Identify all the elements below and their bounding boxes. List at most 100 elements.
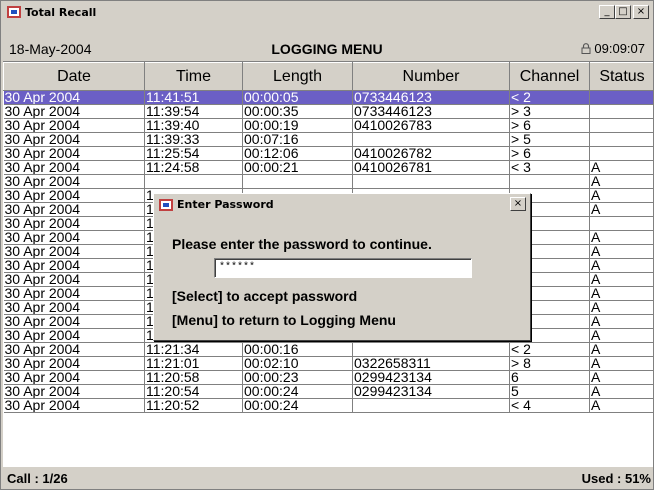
title-bar[interactable]: Total Recall _ □ × [3, 3, 651, 21]
maximize-button[interactable]: □ [615, 5, 631, 19]
cell-time: 11:41:51 [144, 90, 243, 105]
dialog-title-bar[interactable]: Enter Password × [156, 196, 528, 213]
table-row[interactable]: 30 Apr 2004 11:24:58 00:00:21 0410026781 < 3… [3, 160, 653, 175]
table-row[interactable]: 30 Apr 2004 11:39:33 00:07:16 > 5 [3, 132, 653, 147]
column-header-status[interactable]: Status [589, 62, 653, 91]
cell-channel: > 5 [509, 132, 590, 147]
cell-date: 30 Apr 2004 [3, 356, 145, 371]
table-row[interactable]: 30 Apr 2004 11:20:52 00:00:24 < 4A [3, 398, 653, 413]
cell-date: 30 Apr 2004 [3, 118, 145, 133]
table-header: Date Time Length Number Channel Status [3, 62, 653, 91]
cell-time: 11:25:54 [144, 146, 243, 161]
cell-number: 0299423134 [352, 384, 510, 399]
dialog-close-button[interactable]: × [510, 197, 526, 211]
cell-date: 30 Apr 2004 [3, 300, 145, 315]
cell-channel: > 3 [509, 104, 590, 119]
cell-status: A [589, 314, 653, 329]
table-row[interactable]: 30 Apr 2004 11:39:54 00:00:35 0733446123 > 3 [3, 104, 653, 119]
cell-status [589, 146, 653, 161]
cell-time: 11:20:58 [144, 370, 243, 385]
cell-date: 30 Apr 2004 [3, 104, 145, 119]
cell-length: 00:00:24 [242, 398, 353, 413]
table-row[interactable]: 30 Apr 2004 A [3, 174, 653, 189]
table-row[interactable]: 30 Apr 2004 11:20:54 00:00:24 0299423134 5A [3, 384, 653, 399]
page-title: LOGGING MENU [271, 41, 383, 57]
cell-channel: < 2 [509, 90, 590, 105]
password-field[interactable]: ****** [214, 258, 472, 278]
column-header-length[interactable]: Length [242, 62, 353, 91]
cell-date: 30 Apr 2004 [3, 160, 145, 175]
column-header-time[interactable]: Time [144, 62, 243, 91]
cell-status: A [589, 384, 653, 399]
cell-number [352, 174, 510, 189]
cell-channel: > 6 [509, 146, 590, 161]
table-row[interactable]: 30 Apr 2004 11:41:51 00:00:05 0733446123 < 2 [3, 90, 653, 105]
cell-status [589, 216, 653, 231]
window-controls: _ □ × [599, 5, 649, 19]
cell-number [352, 398, 510, 413]
table-row[interactable]: 30 Apr 2004 11:39:40 00:00:19 0410026783 > 6 [3, 118, 653, 133]
cell-time: 11:21:01 [144, 356, 243, 371]
cell-number: 0410026783 [352, 118, 510, 133]
cell-channel: 5 [509, 384, 590, 399]
cell-length: 00:00:16 [242, 342, 353, 357]
window-title: Total Recall [25, 5, 97, 19]
cell-date: 30 Apr 2004 [3, 342, 145, 357]
cell-channel: < 3 [509, 160, 590, 175]
table-row[interactable]: 30 Apr 2004 11:20:58 00:00:23 0299423134 6A [3, 370, 653, 385]
cell-length: 00:00:23 [242, 370, 353, 385]
cell-status: A [589, 370, 653, 385]
cell-length: 00:00:21 [242, 160, 353, 175]
cell-time: 11:39:40 [144, 118, 243, 133]
column-header-number[interactable]: Number [352, 62, 510, 91]
table-row[interactable]: 30 Apr 2004 11:21:34 00:00:16 < 2A [3, 342, 653, 357]
dialog-title: Enter Password [177, 198, 274, 211]
clock-time: 09:09:07 [594, 41, 645, 56]
table-row[interactable]: 30 Apr 2004 11:25:54 00:12:06 0410026782 > 6 [3, 146, 653, 161]
cell-channel: 6 [509, 370, 590, 385]
cell-length: 00:07:16 [242, 132, 353, 147]
cell-date: 30 Apr 2004 [3, 244, 145, 259]
cell-status: A [589, 356, 653, 371]
column-header-date[interactable]: Date [3, 62, 145, 91]
cell-status: A [589, 286, 653, 301]
cell-length: 00:00:35 [242, 104, 353, 119]
cell-number [352, 132, 510, 147]
cell-channel [509, 174, 590, 189]
main-window: Total Recall _ □ × 18-May-2004 LOGGING M… [0, 0, 654, 490]
cell-status: A [589, 174, 653, 189]
minimize-button[interactable]: _ [599, 5, 615, 19]
column-header-channel[interactable]: Channel [509, 62, 590, 91]
dialog-prompt: Please enter the password to continue. [172, 236, 432, 252]
cell-length: 00:00:24 [242, 384, 353, 399]
cell-date: 30 Apr 2004 [3, 328, 145, 343]
call-counter: Call : 1/26 [7, 471, 68, 486]
cell-date: 30 Apr 2004 [3, 398, 145, 413]
cell-time: 11:24:58 [144, 160, 243, 175]
cell-status: A [589, 230, 653, 245]
cell-status: A [589, 272, 653, 287]
cell-number: 0733446123 [352, 104, 510, 119]
cell-time [144, 174, 243, 189]
cell-channel: > 6 [509, 118, 590, 133]
cell-date: 30 Apr 2004 [3, 188, 145, 203]
app-icon [7, 6, 21, 18]
close-button[interactable]: × [633, 5, 649, 19]
cell-number: 0299423134 [352, 370, 510, 385]
table-row[interactable]: 30 Apr 2004 11:21:01 00:02:10 0322658311 > 8… [3, 356, 653, 371]
cell-status [589, 132, 653, 147]
cell-status: A [589, 202, 653, 217]
cell-status: A [589, 258, 653, 273]
cell-status: A [589, 300, 653, 315]
cell-date: 30 Apr 2004 [3, 286, 145, 301]
dialog-app-icon [159, 198, 173, 211]
cell-date: 30 Apr 2004 [3, 216, 145, 231]
cell-date: 30 Apr 2004 [3, 202, 145, 217]
cell-number: 0733446123 [352, 90, 510, 105]
cell-length [242, 174, 353, 189]
storage-used: Used : 51% [581, 471, 651, 486]
cell-time: 11:20:54 [144, 384, 243, 399]
clock: 09:09:07 [581, 41, 645, 56]
lock-icon [581, 43, 591, 54]
cell-date: 30 Apr 2004 [3, 230, 145, 245]
